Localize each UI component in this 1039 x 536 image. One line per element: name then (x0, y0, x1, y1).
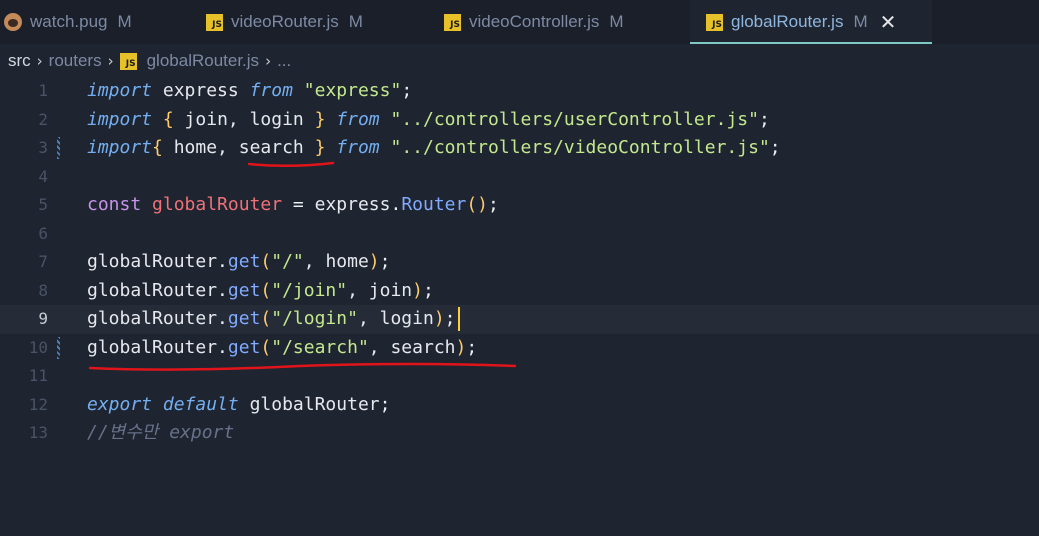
tab-videorouter-js[interactable]: JS videoRouter.js M (204, 0, 377, 44)
code-line[interactable]: 4 (0, 163, 1039, 192)
line-number: 7 (38, 252, 48, 271)
breadcrumb-ellipsis[interactable]: ... (277, 51, 291, 71)
code-line[interactable]: 5 const globalRouter = express.Router(); (0, 191, 1039, 220)
breadcrumb-root[interactable]: src (8, 51, 31, 71)
line-number: 11 (28, 366, 48, 385)
code-text: import { join, login } from "../controll… (87, 108, 770, 130)
modified-badge: M (609, 12, 624, 31)
js-file-icon: JS (706, 13, 723, 31)
code-line[interactable]: 6 (0, 220, 1039, 249)
code-line[interactable]: 9 globalRouter.get("/login", login); (0, 305, 1039, 334)
code-line[interactable]: 2 import { join, login } from "../control… (0, 106, 1039, 135)
js-file-icon: JS (444, 13, 461, 31)
code-text: export default globalRouter; (87, 393, 391, 415)
tab-globalrouter-js[interactable]: JS globalRouter.js M ✕ (690, 0, 932, 44)
breadcrumb: src › routers › JS globalRouter.js › ... (0, 46, 291, 76)
line-number: 10 (28, 337, 48, 357)
code-text: globalRouter.get("/search", search); (87, 336, 478, 358)
pug-file-icon (4, 13, 22, 31)
breadcrumb-file[interactable]: globalRouter.js (147, 51, 259, 71)
code-line[interactable]: 12 export default globalRouter; (0, 391, 1039, 420)
code-editor[interactable]: 1 import express from "express"; 2 import {… (0, 77, 1039, 536)
line-number: 9 (38, 309, 48, 328)
code-text: globalRouter.get("/join", join); (87, 279, 434, 301)
code-line[interactable]: 11 (0, 362, 1039, 391)
modified-badge: M (348, 12, 363, 31)
code-text: import{ home, search } from "../controll… (87, 137, 781, 158)
modified-gutter-marker[interactable] (57, 336, 60, 359)
code-text: import express from "express"; (87, 80, 413, 101)
modified-gutter-marker[interactable] (57, 137, 60, 159)
line-number: 2 (38, 109, 48, 129)
code-line[interactable]: 10 globalRouter.get("/search", search); (0, 334, 1039, 363)
line-number: 13 (28, 423, 48, 442)
chevron-right-icon: › (107, 52, 114, 70)
code-text: globalRouter.get("/login", login); (87, 305, 460, 334)
chevron-right-icon: › (36, 52, 43, 70)
breadcrumb-folder[interactable]: routers (49, 51, 102, 71)
modified-badge: M (117, 12, 132, 31)
tab-label: globalRouter.js (731, 12, 844, 31)
line-number: 4 (38, 166, 48, 186)
tab-label: videoRouter.js (231, 12, 339, 31)
code-text: //변수만 export (87, 422, 235, 443)
tab-label: videoController.js (469, 12, 600, 31)
line-number: 12 (28, 394, 48, 414)
code-line[interactable]: 3 import{ home, search } from "../control… (0, 134, 1039, 163)
code-line[interactable]: 13 //변수만 export (0, 419, 1039, 448)
tab-bar: watch.pug M JS videoRouter.js M JS videoContro… (0, 0, 1039, 44)
close-icon[interactable]: ✕ (880, 10, 897, 35)
line-number: 3 (38, 138, 48, 157)
line-number: 8 (38, 280, 48, 300)
code-text: globalRouter.get("/", home); (87, 251, 391, 272)
code-line[interactable]: 1 import express from "express"; (0, 77, 1039, 106)
tab-label: watch.pug (30, 12, 108, 31)
tab-videocontroller-js[interactable]: JS videoController.js M (442, 0, 638, 44)
tab-watch-pug[interactable]: watch.pug M (4, 0, 146, 44)
text-cursor (457, 307, 460, 331)
line-number: 5 (38, 195, 48, 214)
chevron-right-icon: › (265, 52, 272, 70)
js-file-icon: JS (119, 52, 137, 70)
js-file-icon: JS (206, 13, 223, 31)
code-line[interactable]: 7 globalRouter.get("/", home); (0, 248, 1039, 277)
line-number: 1 (38, 81, 48, 100)
line-number: 6 (38, 223, 48, 243)
code-line[interactable]: 8 globalRouter.get("/join", join); (0, 277, 1039, 306)
code-text: const globalRouter = express.Router(); (87, 194, 499, 215)
modified-badge: M (853, 12, 868, 31)
